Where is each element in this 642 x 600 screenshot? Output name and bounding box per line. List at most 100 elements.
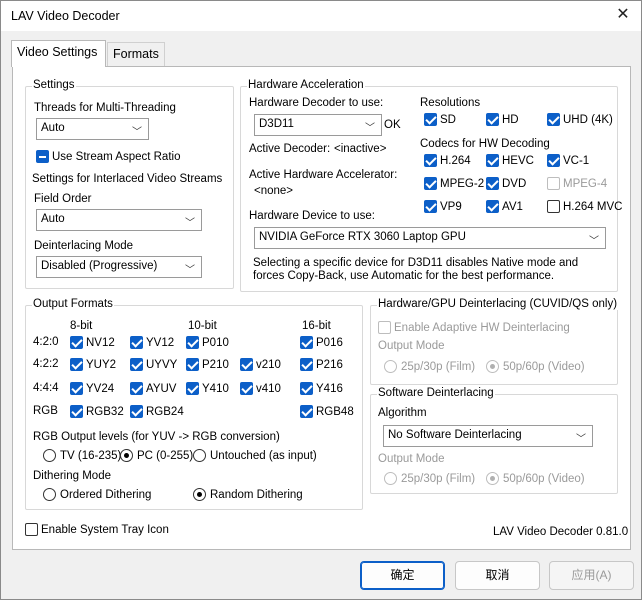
codec-vp9-checkbox[interactable]: VP9 [424, 200, 462, 213]
codec-mpeg2-checkbox[interactable]: MPEG-2 [424, 177, 484, 190]
res-sd-checkbox[interactable]: SD [424, 113, 456, 126]
device-select[interactable]: NVIDIA GeForce RTX 3060 Laptop GPU ﹀ [254, 227, 606, 249]
fmt-uyvy-label: UYVY [146, 358, 178, 371]
radio-on-icon [120, 449, 133, 462]
dither-random-radio[interactable]: Random Dithering [193, 488, 303, 501]
level-tv-radio[interactable]: TV (16-235) [43, 449, 121, 462]
decoder-value: D3D11 [259, 118, 294, 130]
dither-random-label: Random Dithering [210, 488, 303, 501]
checked-icon [130, 405, 143, 418]
fmt-y416-checkbox[interactable]: Y416 [300, 382, 343, 395]
field-order-label: Field Order [34, 193, 92, 205]
hwaccel-group-title: Hardware Acceleration [247, 79, 365, 91]
algorithm-label: Algorithm [378, 407, 427, 419]
device-label: Hardware Device to use: [249, 210, 375, 222]
hwaccel-group: Hardware Acceleration Hardware Decoder t… [240, 79, 622, 292]
codec-h264mvc-checkbox[interactable]: H.264 MVC [547, 200, 622, 213]
chevron-down-icon: ﹀ [576, 434, 586, 445]
level-untouched-radio[interactable]: Untouched (as input) [193, 449, 317, 462]
checked-icon [424, 200, 437, 213]
dither-ordered-radio[interactable]: Ordered Dithering [43, 488, 151, 501]
hw-opt-video-radio[interactable]: 50p/60p (Video) [486, 360, 585, 373]
fmt-y410-checkbox[interactable]: Y410 [186, 382, 229, 395]
title-bar: LAV Video Decoder ✕ [1, 1, 641, 31]
fmt-uyvy-checkbox[interactable]: UYVY [130, 358, 177, 371]
fmt-p016-checkbox[interactable]: P016 [300, 336, 343, 349]
decoder-select[interactable]: D3D11 ﹀ [254, 114, 382, 136]
sw-opt-video-radio[interactable]: 50p/60p (Video) [486, 472, 585, 485]
close-icon[interactable]: ✕ [613, 5, 633, 25]
settings-group-title: Settings [32, 79, 76, 91]
codec-dvd-checkbox[interactable]: DVD [486, 177, 526, 190]
level-pc-radio[interactable]: PC (0-255) [120, 449, 193, 462]
col-16bit-label: 16-bit [302, 320, 331, 332]
fmt-yv24-label: YV24 [86, 382, 115, 395]
apply-button[interactable]: 应用(A) [549, 561, 634, 590]
codec-h264-checkbox[interactable]: H.264 [424, 154, 471, 167]
hw-deint-group: Hardware/GPU Deinterlacing (CUVID/QS onl… [370, 298, 619, 385]
resolutions-label: Resolutions [420, 97, 481, 109]
field-order-select[interactable]: Auto ﹀ [36, 209, 202, 231]
fmt-yuy2-label: YUY2 [86, 358, 117, 371]
checked-icon [424, 177, 437, 190]
algorithm-select[interactable]: No Software Deinterlacing ﹀ [383, 425, 593, 447]
fmt-rgb24-checkbox[interactable]: RGB24 [130, 405, 184, 418]
fmt-yv24-checkbox[interactable]: YV24 [70, 382, 114, 395]
fmt-p010-checkbox[interactable]: P010 [186, 336, 229, 349]
codec-vc1-checkbox[interactable]: VC-1 [547, 154, 589, 167]
cancel-button[interactable]: 取消 [455, 561, 540, 590]
fmt-v410-checkbox[interactable]: v410 [240, 382, 281, 395]
levels-label: RGB Output levels (for YUV -> RGB conver… [33, 431, 280, 443]
tab-video-settings[interactable]: Video Settings [11, 40, 106, 67]
codec-hevc-checkbox[interactable]: HEVC [486, 154, 534, 167]
unchecked-icon [25, 523, 38, 536]
checked-icon [486, 200, 499, 213]
active-decoder-label: Active Decoder: [249, 143, 331, 155]
checked-icon [300, 382, 313, 395]
codec-mpeg4-label: MPEG-4 [563, 177, 608, 190]
checked-icon [70, 382, 83, 395]
hw-deint-enable-checkbox[interactable]: Enable Adaptive HW Deinterlacing [378, 321, 570, 334]
codec-mpeg4-checkbox[interactable]: MPEG-4 [547, 177, 607, 190]
tab-panel: Settings Threads for Multi-Threading Aut… [12, 66, 631, 550]
hw-opt-film-radio[interactable]: 25p/30p (Film) [384, 360, 475, 373]
fmt-yuy2-checkbox[interactable]: YUY2 [70, 358, 116, 371]
fmt-yv12-checkbox[interactable]: YV12 [130, 336, 174, 349]
tab-formats[interactable]: Formats [107, 42, 165, 66]
active-accel-value: <none> [254, 185, 294, 197]
fmt-v210-label: v210 [256, 358, 281, 371]
fmt-ayuv-checkbox[interactable]: AYUV [130, 382, 176, 395]
checked-icon [300, 405, 313, 418]
sw-opt-film-radio[interactable]: 25p/30p (Film) [384, 472, 475, 485]
ok-button[interactable]: 确定 [360, 561, 445, 590]
level-untouched-label: Untouched (as input) [210, 449, 317, 462]
radio-off-icon [384, 472, 397, 485]
codec-hevc-label: HEVC [502, 154, 534, 167]
codec-av1-checkbox[interactable]: AV1 [486, 200, 523, 213]
res-uhd-checkbox[interactable]: UHD (4K) [547, 113, 613, 126]
res-hd-checkbox[interactable]: HD [486, 113, 519, 126]
fmt-p216-checkbox[interactable]: P216 [300, 358, 343, 371]
fmt-nv12-checkbox[interactable]: NV12 [70, 336, 115, 349]
tray-icon-checkbox[interactable]: Enable System Tray Icon [25, 523, 169, 536]
fmt-y410-label: Y410 [202, 382, 229, 395]
threads-select[interactable]: Auto ﹀ [36, 118, 149, 140]
fmt-v210-checkbox[interactable]: v210 [240, 358, 281, 371]
unchecked-icon [547, 177, 560, 190]
deint-mode-select[interactable]: Disabled (Progressive) ﹀ [36, 256, 202, 278]
row-422-label: 4:2:2 [33, 358, 59, 370]
partial-checkbox-icon [36, 150, 49, 163]
fmt-p010-label: P010 [202, 336, 229, 349]
deint-mode-value: Disabled (Progressive) [41, 260, 158, 272]
radio-on-icon [193, 488, 206, 501]
fmt-yv12-label: YV12 [146, 336, 175, 349]
fmt-rgb32-checkbox[interactable]: RGB32 [70, 405, 124, 418]
fmt-p210-checkbox[interactable]: P210 [186, 358, 229, 371]
checked-icon [130, 358, 143, 371]
unchecked-icon [547, 200, 560, 213]
radio-off-icon [384, 360, 397, 373]
codec-h264-label: H.264 [440, 154, 471, 167]
stream-aspect-checkbox[interactable]: Use Stream Aspect Ratio [36, 150, 180, 163]
checked-icon [547, 113, 560, 126]
fmt-rgb48-checkbox[interactable]: RGB48 [300, 405, 354, 418]
